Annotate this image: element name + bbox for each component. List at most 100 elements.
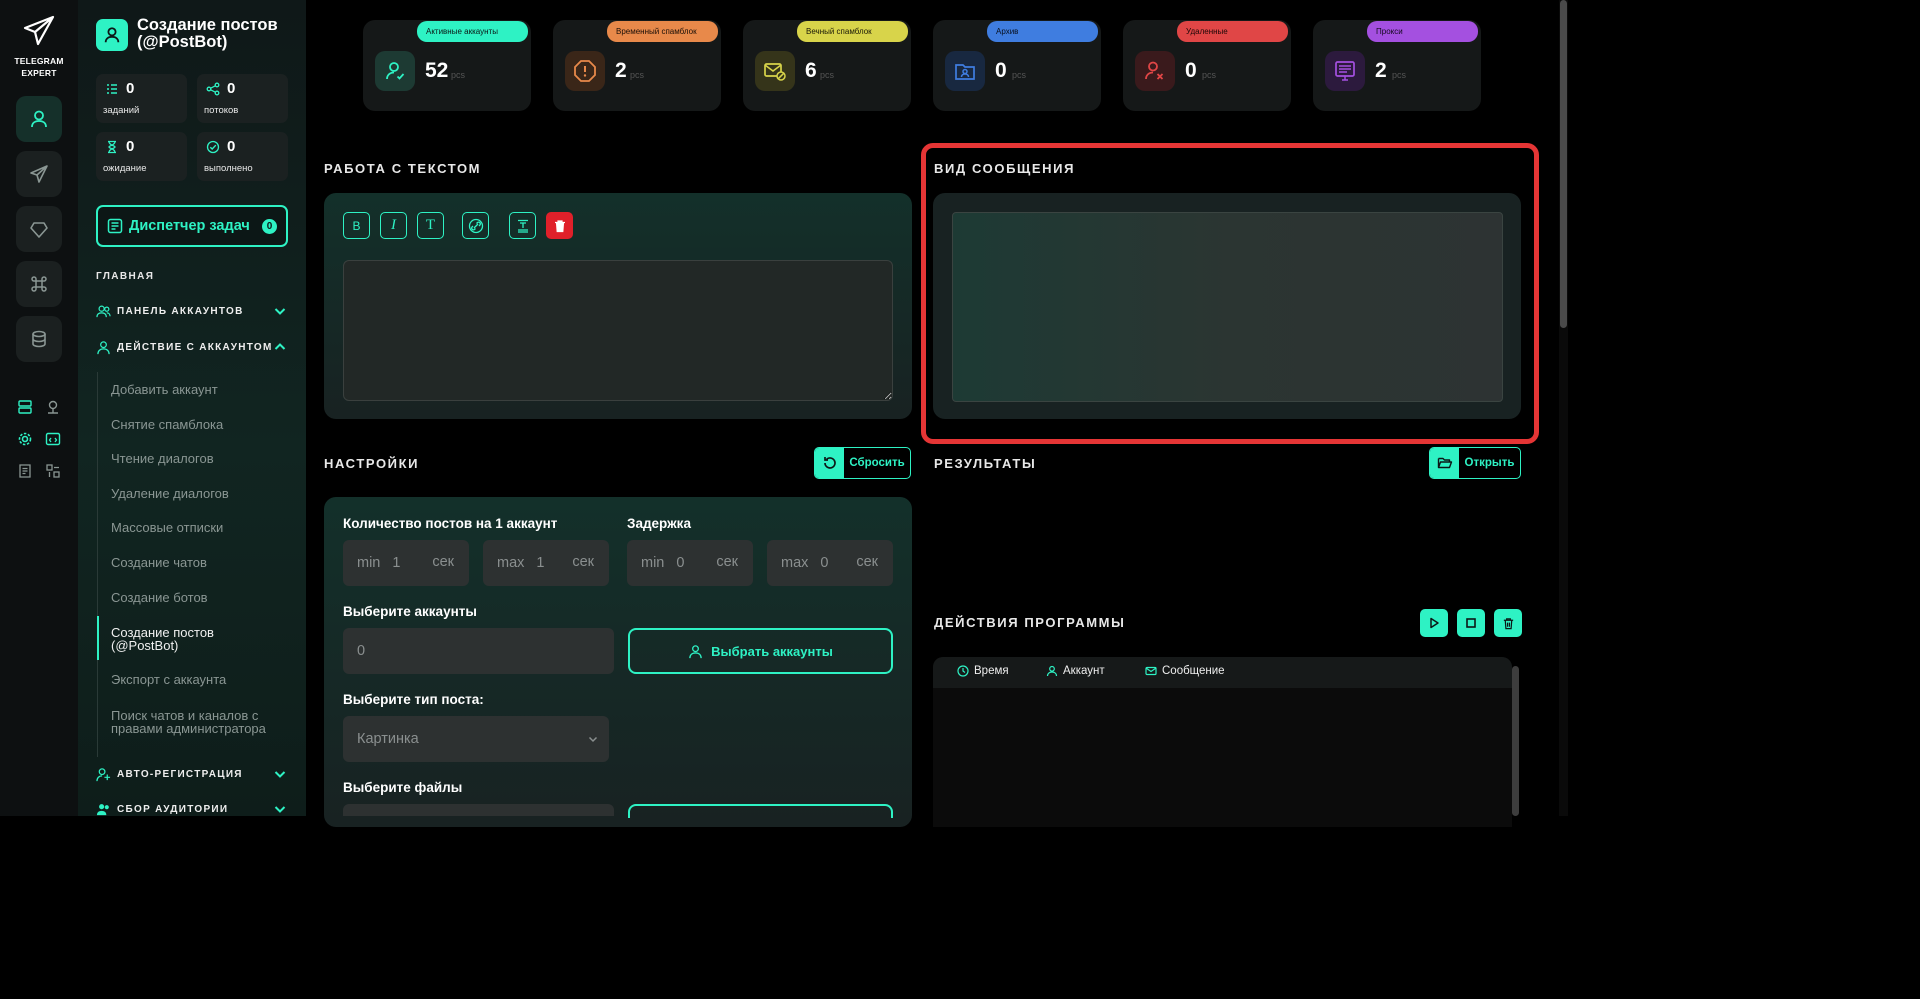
rail-accounts-button[interactable] bbox=[16, 96, 62, 142]
users-icon bbox=[96, 305, 111, 317]
sidebar-item-add-account[interactable]: Добавить аккаунт bbox=[111, 383, 291, 396]
folder-open-icon bbox=[1437, 457, 1452, 469]
bold-button[interactable]: B bbox=[343, 212, 370, 239]
bold-icon: B bbox=[352, 218, 361, 233]
group-label: АВТО-РЕГИСТРАЦИЯ bbox=[117, 768, 243, 780]
log-col-message[interactable]: Сообщение bbox=[1145, 665, 1225, 677]
group-account-panel[interactable]: ПАНЕЛЬ АККАУНТОВ bbox=[96, 302, 288, 320]
location-icon[interactable] bbox=[44, 398, 62, 416]
open-results-button[interactable]: Открыть bbox=[1429, 447, 1521, 479]
group-auto-registration[interactable]: АВТО-РЕГИСТРАЦИЯ bbox=[96, 765, 288, 783]
stop-button[interactable] bbox=[1457, 609, 1485, 637]
grid-icon[interactable] bbox=[44, 462, 62, 480]
user-icon bbox=[1046, 665, 1058, 677]
sidebar-item-read-dialogs[interactable]: Чтение диалогов bbox=[111, 452, 291, 465]
message-view-heading: ВИД СООБЩЕНИЯ bbox=[934, 161, 1076, 176]
log-scrollbar[interactable] bbox=[1512, 666, 1519, 816]
log-col-account[interactable]: Аккаунт bbox=[1046, 665, 1105, 677]
card-value: 0 bbox=[995, 59, 1007, 82]
delay-min-input[interactable]: min 0 сек bbox=[627, 540, 753, 586]
reset-icon bbox=[823, 457, 836, 469]
sidebar-item-create-chats[interactable]: Создание чатов bbox=[111, 556, 291, 569]
post-type-select[interactable]: Картинка bbox=[343, 716, 609, 762]
sidebar-item-mass-unsubscribe[interactable]: Массовые отписки bbox=[111, 521, 291, 534]
italic-button[interactable]: I bbox=[380, 212, 407, 239]
diamond-icon bbox=[30, 222, 48, 238]
clear-text-button[interactable] bbox=[546, 212, 573, 239]
card-active-accounts[interactable]: Активные аккаунты 52 pcs bbox=[363, 20, 531, 111]
select-files-button[interactable] bbox=[628, 804, 893, 818]
list-icon bbox=[107, 84, 117, 94]
card-icon-box bbox=[1325, 51, 1365, 91]
sidebar-item-delete-dialogs[interactable]: Удаление диалогов bbox=[111, 487, 291, 500]
link-button[interactable] bbox=[462, 212, 489, 239]
group-label: СБОР АУДИТОРИИ bbox=[117, 803, 229, 815]
server-list-icon[interactable] bbox=[16, 398, 34, 416]
post-text-area[interactable] bbox=[343, 260, 893, 401]
card-icon-box bbox=[375, 51, 415, 91]
card-deleted[interactable]: Удаленные 0 pcs bbox=[1123, 20, 1291, 111]
text-style-button[interactable]: T bbox=[417, 212, 444, 239]
rail-command-button[interactable] bbox=[16, 261, 62, 307]
user-plus-icon bbox=[96, 767, 111, 781]
reset-button[interactable]: Сбросить bbox=[814, 447, 911, 479]
format-button[interactable] bbox=[509, 212, 536, 239]
card-value: 52 bbox=[425, 59, 449, 82]
warning-icon bbox=[574, 60, 596, 82]
card-unit: pcs bbox=[630, 70, 645, 80]
link-icon bbox=[468, 218, 483, 233]
submenu-selection-marker bbox=[97, 616, 99, 660]
log-col-time[interactable]: Время bbox=[957, 665, 1009, 677]
input-prefix: max bbox=[497, 555, 525, 571]
document-icon[interactable] bbox=[16, 462, 34, 480]
archive-icon bbox=[955, 64, 975, 80]
task-dispatcher-button[interactable]: Диспетчер задач 0 bbox=[96, 205, 288, 247]
card-badge: Удаленные bbox=[1177, 21, 1288, 42]
card-proxy[interactable]: Прокси 2 pcs bbox=[1313, 20, 1481, 111]
chevron-up-icon bbox=[274, 343, 286, 350]
input-unit: сек bbox=[432, 554, 454, 570]
card-temp-spamblock[interactable]: Временный спамблок 2 pcs bbox=[553, 20, 721, 111]
rail-send-button[interactable] bbox=[16, 151, 62, 197]
files-input[interactable] bbox=[343, 804, 614, 816]
play-button[interactable] bbox=[1420, 609, 1448, 637]
group-account-actions[interactable]: ДЕЙСТВИЕ С АККАУНТОМ bbox=[96, 338, 288, 356]
select-files-label: Выберите файлы bbox=[343, 780, 463, 795]
sidebar-item-export-account[interactable]: Экспорт с аккаунта bbox=[111, 673, 291, 686]
sidebar-item-create-posts[interactable]: Создание постов (@PostBot) bbox=[111, 626, 251, 652]
posts-min-input[interactable]: min 1 сек bbox=[343, 540, 469, 586]
rail-database-button[interactable] bbox=[16, 316, 62, 362]
sidebar-item-spamblock-removal[interactable]: Снятие спамблока bbox=[111, 418, 291, 431]
card-archive[interactable]: Архив 0 pcs bbox=[933, 20, 1101, 111]
chevron-down-icon bbox=[274, 771, 286, 778]
code-window-icon[interactable] bbox=[44, 430, 62, 448]
input-value: 0 bbox=[357, 643, 366, 659]
group-audience-collection[interactable]: СБОР АУДИТОРИИ bbox=[96, 800, 288, 818]
user-check-icon bbox=[386, 62, 405, 80]
posts-count-label: Количество постов на 1 аккаунт bbox=[343, 516, 558, 531]
reset-icon-box bbox=[815, 448, 844, 478]
page-scrollbar-thumb[interactable] bbox=[1560, 0, 1567, 328]
card-unit: pcs bbox=[820, 70, 835, 80]
card-unit: pcs bbox=[1202, 70, 1217, 80]
card-permanent-spamblock[interactable]: Вечный спамблок 6 pcs bbox=[743, 20, 911, 111]
input-value: 1 bbox=[392, 555, 401, 571]
delay-max-input[interactable]: max 0 сек bbox=[767, 540, 893, 586]
rail-diamond-button[interactable] bbox=[16, 206, 62, 252]
posts-max-input[interactable]: max 1 сек bbox=[483, 540, 609, 586]
accounts-count-input[interactable]: 0 bbox=[343, 628, 614, 674]
text-icon: T bbox=[425, 217, 436, 233]
clock-icon bbox=[957, 665, 969, 677]
page-title: Создание постов (@PostBot) bbox=[137, 16, 278, 51]
select-accounts-button[interactable]: Выбрать аккаунты bbox=[628, 628, 893, 674]
gear-icon[interactable] bbox=[16, 430, 34, 448]
sidebar-item-admin-chat-search[interactable]: Поиск чатов и каналов с правами админист… bbox=[111, 709, 289, 735]
input-unit: сек bbox=[856, 554, 878, 570]
sidebar-item-create-bots[interactable]: Создание ботов bbox=[111, 591, 291, 604]
user-icon bbox=[689, 644, 702, 658]
card-badge: Временный спамблок bbox=[607, 21, 718, 42]
clear-log-button[interactable] bbox=[1494, 609, 1522, 637]
telegram-logo-icon bbox=[23, 15, 55, 46]
card-icon-box bbox=[1135, 51, 1175, 91]
input-prefix: min bbox=[357, 555, 381, 571]
